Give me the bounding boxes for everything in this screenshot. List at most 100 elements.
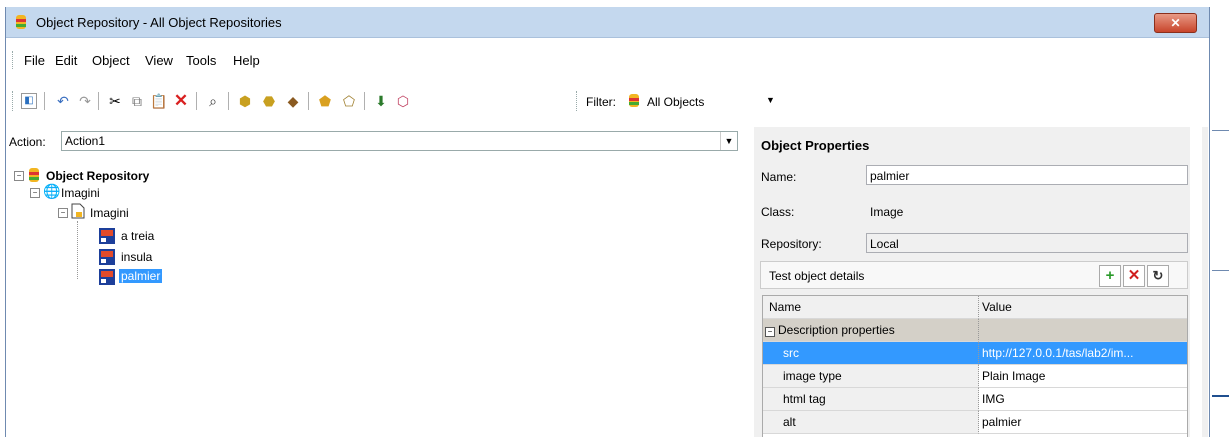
grid-header-name[interactable]: Name	[763, 296, 979, 319]
table-row[interactable]: alt palmier	[763, 411, 1187, 434]
title-bar: Object Repository - All Object Repositor…	[6, 7, 1209, 38]
object-properties-pane: Object Properties Name: palmier Class: I…	[754, 127, 1190, 437]
close-button[interactable]: ✕	[1154, 13, 1197, 33]
tree-node-browser[interactable]: Imagini	[61, 186, 100, 200]
grid-section-row[interactable]: − Description properties	[763, 319, 1187, 342]
menu-bar: File Edit Object View Tools Help	[6, 45, 1209, 75]
delete-icon[interactable]: ✕	[172, 92, 190, 109]
tree-node-page[interactable]: Imagini	[90, 206, 129, 220]
property-name: src	[763, 342, 979, 365]
grid-header-row: Name Value	[763, 296, 1187, 319]
undo-icon[interactable]: ↶	[54, 93, 72, 109]
toolbar-separator	[308, 92, 309, 110]
repository-field: Local	[866, 233, 1188, 253]
tree-node-object-repository[interactable]: Object Repository	[46, 169, 149, 183]
repository-icon	[16, 15, 26, 29]
chevron-down-icon[interactable]: ▼	[766, 95, 775, 105]
locate-icon[interactable]: ⬠	[340, 93, 358, 109]
tree-line	[77, 221, 79, 279]
class-label: Class:	[761, 205, 795, 219]
menu-tools[interactable]: Tools	[186, 53, 216, 68]
tree-node-image[interactable]: a treia	[121, 229, 154, 243]
toolbar: ◧ ↶ ↷ ✂ ⧉ 📋 ✕ ⌕ ⬢ ⬣ ◆ ⬟ ⬠ ⬇ ⬡ Filter: Al…	[6, 82, 1209, 120]
paste-icon[interactable]: 📋	[150, 93, 168, 109]
property-value[interactable]: palmier	[979, 411, 1187, 434]
toolbar-separator	[98, 92, 99, 110]
repository-icon	[29, 168, 39, 182]
class-value: Image	[870, 205, 904, 219]
collapse-icon[interactable]: −	[30, 188, 40, 198]
filter-label: Filter:	[586, 95, 616, 109]
pane-edge	[1202, 127, 1208, 437]
action-value: Action1	[65, 134, 106, 148]
menu-grip	[12, 51, 16, 69]
tree-node-image[interactable]: insula	[121, 250, 152, 264]
table-row[interactable]: html tag IMG	[763, 388, 1187, 411]
properties-grid: Name Value − Description properties src h…	[762, 295, 1188, 437]
background-window-edge	[1212, 270, 1229, 271]
grid-header-value[interactable]: Value	[979, 296, 1187, 319]
filter-grip	[576, 91, 580, 111]
toolbar-separator	[364, 92, 365, 110]
add-property-icon[interactable]: +	[1099, 265, 1121, 287]
tree-node-image-selected[interactable]: palmier	[119, 269, 163, 283]
name-label: Name:	[761, 170, 797, 184]
section-label: Description properties	[778, 323, 895, 337]
property-value[interactable]: Plain Image	[979, 365, 1187, 388]
window-title: Object Repository - All Object Repositor…	[36, 15, 282, 30]
cut-icon[interactable]: ✂	[106, 93, 124, 109]
test-object-details-bar: Test object details + ✕ ↻	[760, 261, 1188, 289]
chevron-down-icon[interactable]: ▼	[720, 132, 737, 150]
property-name: html tag	[763, 388, 979, 411]
property-name: alt	[763, 411, 979, 434]
output-value-icon[interactable]: ⬡	[394, 93, 412, 109]
property-value[interactable]: http://127.0.0.1/tas/lab2/im...	[979, 342, 1187, 365]
repository-label: Repository:	[761, 237, 822, 251]
remove-property-icon[interactable]: ✕	[1123, 265, 1145, 287]
image-icon	[99, 228, 115, 244]
name-field[interactable]: palmier	[866, 165, 1188, 185]
image-icon	[99, 249, 115, 265]
grid-section-cell: − Description properties	[763, 319, 979, 342]
background-window-edge	[1212, 395, 1229, 397]
highlight-icon[interactable]: ⬟	[316, 93, 334, 109]
toolbar-separator	[196, 92, 197, 110]
toggle-pane-icon[interactable]: ◧	[21, 93, 37, 109]
repository-icon	[629, 94, 639, 107]
collapse-icon[interactable]: −	[765, 327, 775, 337]
image-icon	[99, 269, 115, 285]
refresh-icon[interactable]: ↻	[1147, 265, 1169, 287]
menu-help[interactable]: Help	[233, 53, 260, 68]
page-icon	[71, 203, 85, 219]
table-row[interactable]: image type Plain Image	[763, 365, 1187, 388]
filter-select[interactable]: All Objects	[647, 95, 704, 109]
add-objects-icon[interactable]: ⬢	[236, 93, 254, 109]
action-select[interactable]: Action1 ▼	[61, 131, 738, 151]
action-label: Action:	[9, 135, 46, 149]
redo-icon[interactable]: ↷	[76, 93, 94, 109]
properties-title: Object Properties	[761, 138, 870, 153]
update-objects-icon[interactable]: ⬣	[260, 93, 278, 109]
property-value[interactable]: IMG	[979, 388, 1187, 411]
table-row[interactable]: src http://127.0.0.1/tas/lab2/im...	[763, 342, 1187, 365]
menu-edit[interactable]: Edit	[55, 53, 77, 68]
collapse-icon[interactable]: −	[14, 171, 24, 181]
object-repository-window: Object Repository - All Object Repositor…	[5, 7, 1210, 437]
toolbar-separator	[44, 92, 45, 110]
toolbar-separator	[228, 92, 229, 110]
details-title: Test object details	[769, 269, 865, 283]
object-spy-icon[interactable]: ◆	[284, 93, 302, 109]
background-window-edge	[1212, 130, 1229, 131]
collapse-icon[interactable]: −	[58, 208, 68, 218]
property-name: image type	[763, 365, 979, 388]
menu-file[interactable]: File	[24, 53, 45, 68]
browser-icon: 🌐	[43, 183, 61, 199]
object-tree-pane: Action: Action1 ▼ − Object Repository − …	[6, 127, 741, 437]
grid-section-value	[979, 319, 1187, 342]
find-icon[interactable]: ⌕	[204, 93, 222, 109]
checkpoint-icon[interactable]: ⬇	[372, 93, 390, 109]
menu-object[interactable]: Object	[92, 53, 130, 68]
toolbar-grip	[12, 91, 16, 111]
menu-view[interactable]: View	[145, 53, 173, 68]
copy-icon[interactable]: ⧉	[128, 93, 146, 109]
